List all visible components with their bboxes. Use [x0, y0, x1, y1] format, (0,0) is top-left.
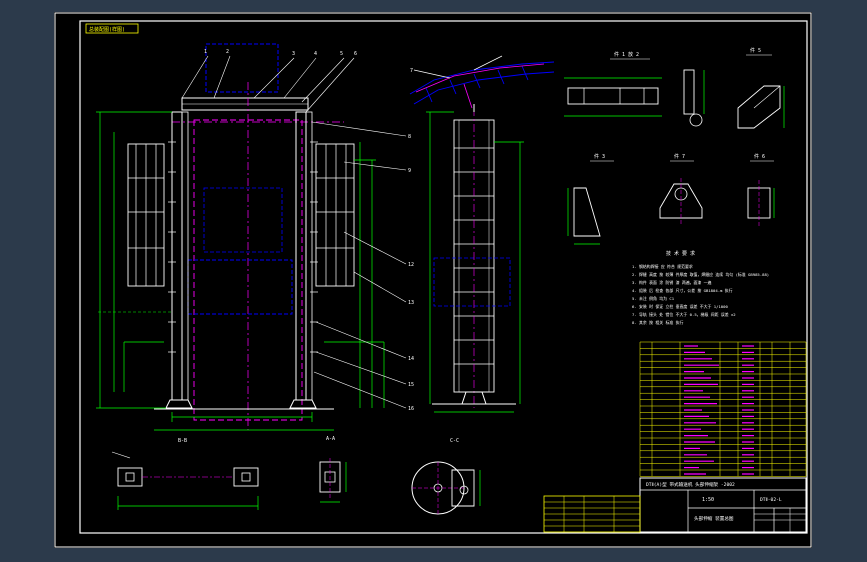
view-label-detail1: 件 1 放 2 — [614, 51, 639, 58]
view-label-b: B-B — [178, 438, 187, 444]
notes-block: 技 术 要 求 1. 钢结构焊接 应 符合 规范要求 2. 焊缝 高度 按 较薄… — [632, 250, 769, 325]
view-label-detail3: 件 5 — [750, 47, 761, 54]
svg-text:1: 1 — [204, 49, 207, 55]
svg-text:5: 5 — [340, 51, 343, 57]
notes-title: 技 术 要 求 — [666, 250, 695, 257]
view-label-c: C-C — [450, 438, 459, 444]
view-label-detail2: 件 6 — [754, 153, 765, 160]
note-1: 1. 钢结构焊接 应 符合 规范要求 — [632, 264, 693, 269]
view-label-detail4: 件 3 — [594, 153, 605, 160]
svg-text:9: 9 — [408, 168, 411, 174]
title-block-title: DTⅡ(A)型 带式输送机 头部伸缩架 -2002 — [646, 481, 735, 488]
title-block-name: 头部伸缩 装置总图 — [694, 515, 734, 522]
svg-text:15: 15 — [408, 382, 414, 388]
view-label-aa: A-A — [326, 436, 335, 442]
svg-text:8: 8 — [408, 134, 411, 140]
svg-text:4: 4 — [314, 51, 317, 57]
note-4: 4. 组装 后 检查 各部 尺寸，公差 按 GB1804-m 执行 — [632, 288, 733, 293]
corner-tag: 总装配图(样图) — [89, 26, 125, 33]
cad-viewport[interactable]: 总装配图(样图) 件 1 放 2 件 5 件 3 件 7 件 6 B-B C-C… — [0, 0, 867, 562]
svg-text:14: 14 — [408, 356, 414, 362]
svg-text:12: 12 — [408, 262, 414, 268]
note-6: 6. 安装 时 保证 立柱 垂直度 误差 不大于 1/1000 — [632, 304, 728, 309]
svg-text:13: 13 — [408, 300, 414, 306]
note-2: 2. 焊缝 高度 按 较薄 件厚度 取值，焊缝应 连续 均匀 (标准 GB985… — [632, 272, 769, 277]
drawing-svg: 总装配图(样图) 件 1 放 2 件 5 件 3 件 7 件 6 B-B C-C… — [54, 12, 812, 548]
note-3: 3. 构件 表面 涂 防锈 漆 两遍，面漆 一遍 — [632, 280, 712, 285]
svg-text:3: 3 — [292, 51, 295, 57]
svg-text:6: 6 — [354, 51, 357, 57]
drawing-canvas[interactable]: 总装配图(样图) 件 1 放 2 件 5 件 3 件 7 件 6 B-B C-C… — [54, 12, 812, 548]
svg-text:7: 7 — [410, 68, 413, 74]
title-block-scale: 1:50 — [702, 497, 714, 503]
note-7: 7. 导轨 接头 处 错位 不大于 0.5，梯级 间距 误差 ±2 — [632, 312, 736, 317]
title-block: DTⅡ(A)型 带式输送机 头部伸缩架 -2002 1:50 DTⅡ-02-L … — [543, 477, 807, 533]
title-block-drawing-no: DTⅡ-02-L — [760, 497, 782, 503]
note-8: 8. 其余 按 相关 标准 执行 — [632, 320, 684, 325]
front-view — [96, 43, 407, 431]
svg-text:2: 2 — [226, 49, 229, 55]
side-view — [409, 55, 555, 413]
parts-list — [639, 341, 807, 477]
view-label-detail5: 件 7 — [674, 153, 685, 160]
svg-text:16: 16 — [408, 406, 414, 412]
note-5: 5. 未注 倒角 均为 C1 — [632, 296, 675, 301]
section-bb — [111, 451, 481, 515]
